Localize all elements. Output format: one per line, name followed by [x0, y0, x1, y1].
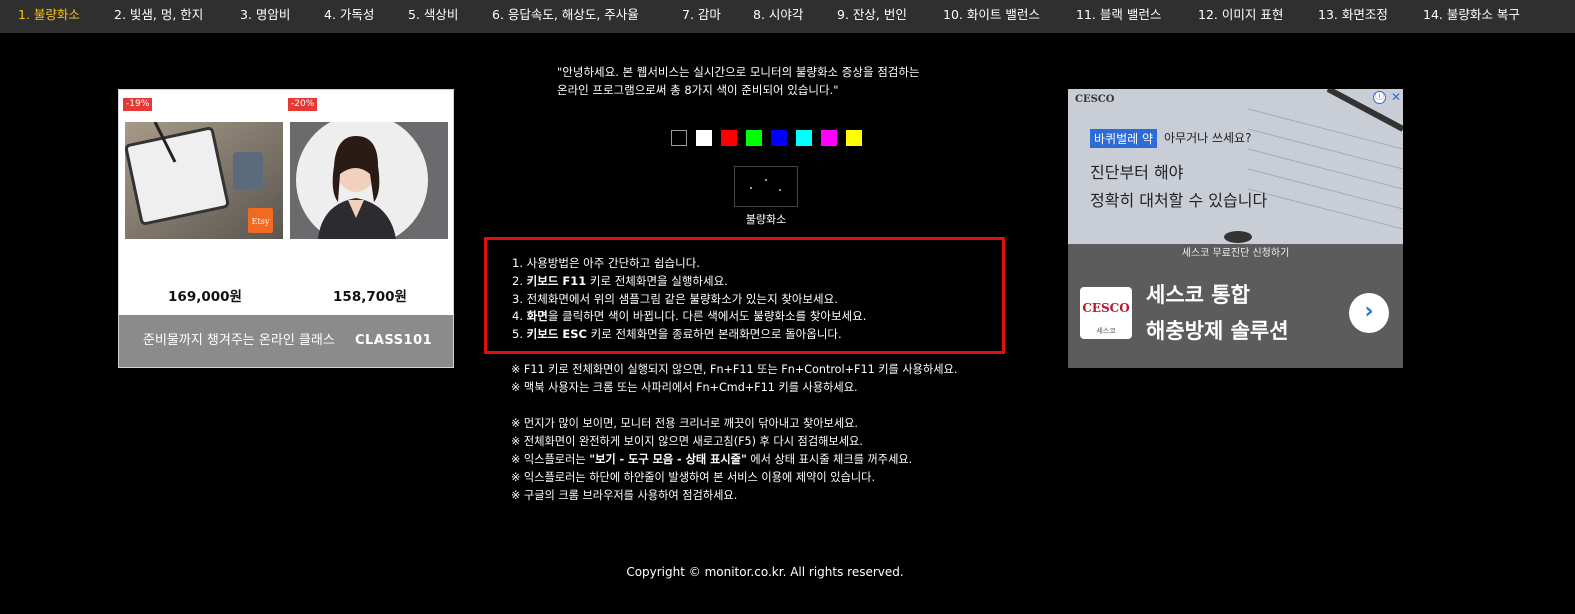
- instruction-line: 5. 키보드 ESC 키로 전체화면을 종료하면 본래화면으로 돌아옵니다.: [512, 327, 842, 342]
- cesco-small-logo: CESCO: [1075, 94, 1115, 105]
- swatch-magenta[interactable]: [821, 130, 837, 146]
- nav-item-color-ratio[interactable]: 5. 색상비: [408, 0, 458, 33]
- ad-headline: 세스코 통합: [1146, 283, 1250, 307]
- nav-item-screen-adjust[interactable]: 13. 화면조정: [1318, 0, 1388, 33]
- pixel-dot: [750, 187, 752, 189]
- intro-line: "안녕하세요. 본 웹서비스는 실시간으로 모니터의 불량화소 증상을 점검하는: [557, 65, 920, 79]
- nav-item-viewing-angle[interactable]: 8. 시야각: [753, 0, 803, 33]
- instruction-line: 1. 사용방법은 아주 간단하고 쉽습니다.: [512, 256, 700, 270]
- swatch-black[interactable]: [671, 130, 687, 146]
- instruction-line: 3. 전체화면에서 위의 샘플그림 같은 불량화소가 있는지 찾아보세요.: [512, 291, 838, 306]
- note-line: ※ 익스플로러는 하단에 하얀줄이 발생하여 본 서비스 이용에 제약이 있습니…: [511, 471, 876, 484]
- swatch-blue[interactable]: [771, 130, 787, 146]
- ad-line: 정확히 대처할 수 있습니다: [1090, 191, 1268, 210]
- product-price: 158,700원: [333, 289, 407, 305]
- ad-product-card[interactable]: -20% 158,700원: [285, 95, 448, 315]
- nav-item-burn-in[interactable]: 9. 잔상, 번인: [837, 0, 907, 33]
- discount-badge: -19%: [123, 98, 153, 111]
- note-line: ※ 전체화면이 완전하게 보이지 않으면 새로고침(F5) 후 다시 점검해보세…: [511, 435, 863, 448]
- ad-photo: CESCO ⓘ ✕ 바퀴벌레 약 아무거나 쓰세요? 진단부터 해야 정확히 대…: [1068, 89, 1403, 244]
- ad-line: 진단부터 해야: [1090, 163, 1184, 182]
- ad-banner[interactable]: 준비물까지 챙겨주는 온라인 클래스 CLASS101: [119, 315, 453, 367]
- ad-left[interactable]: Etsy -19% 169,000원 -20% 158,700원 준비물까지 챙…: [118, 89, 454, 368]
- info-icon[interactable]: ⓘ: [1373, 91, 1386, 104]
- ad-banner-text: 준비물까지 챙겨주는 온라인 클래스: [143, 333, 335, 348]
- ad-subtitle: 세스코 무료진단 신청하기: [1181, 248, 1290, 259]
- intro-line: 온라인 프로그램으로써 총 8가지 색이 준비되어 있습니다.": [557, 83, 839, 97]
- pixel-dot: [765, 179, 767, 181]
- ad-product-card[interactable]: Etsy -19% 169,000원: [120, 95, 283, 315]
- nav-item-gamma[interactable]: 7. 감마: [682, 0, 721, 33]
- ad-question: 아무거나 쓰세요?: [1164, 131, 1252, 145]
- swatch-red[interactable]: [721, 130, 737, 146]
- note-line: ※ 맥북 사용자는 크롬 또는 사파리에서 Fn+Cmd+F11 키를 사용하세…: [511, 381, 858, 394]
- note-line: ※ 먼지가 많이 보이면, 모니터 전용 크리너로 깨끗이 닦아내고 찾아보세요…: [511, 417, 858, 430]
- nav-item-light-bleed[interactable]: 2. 빛샘, 멍, 한지: [114, 0, 203, 33]
- nav-item-black-balance[interactable]: 11. 블랙 밸런스: [1076, 0, 1161, 33]
- pixel-dot: [779, 189, 781, 191]
- discount-badge: -20%: [288, 98, 318, 111]
- chevron-right-icon[interactable]: ›: [1349, 293, 1389, 333]
- ad-question-highlight: 바퀴벌레 약: [1090, 129, 1158, 148]
- tablet-image: Etsy: [124, 121, 283, 239]
- portrait-image: [290, 114, 448, 246]
- note-line: ※ 구글의 크롬 브라우저를 사용하여 점검하세요.: [511, 489, 738, 502]
- instructions-box: 1. 사용방법은 아주 간단하고 쉽습니다. 2. 키보드 F11 키로 전체화…: [484, 237, 1005, 354]
- nav-item-response-time[interactable]: 6. 응답속도, 해상도, 주사율: [492, 0, 639, 33]
- note-line: ※ 익스플로러는 "보기 - 도구 모음 - 상태 표시줄" 에서 상태 표시줄…: [511, 453, 913, 466]
- ad-banner-brand: CLASS101: [355, 333, 433, 348]
- nav-item-readability[interactable]: 4. 가독성: [324, 0, 374, 33]
- dead-pixel-sample[interactable]: [734, 166, 798, 207]
- notes: ※ F11 키로 전체화면이 실행되지 않으면, Fn+F11 또는 Fn+Co…: [511, 361, 957, 505]
- dead-pixel-label: 불량화소: [745, 213, 787, 226]
- copyright: Copyright © monitor.co.kr. All rights re…: [626, 565, 904, 579]
- nav-item-pixel-recovery[interactable]: 14. 불량화소 복구: [1423, 0, 1520, 33]
- nav-item-dead-pixel[interactable]: 1. 불량화소: [18, 0, 80, 33]
- ad-headline: 해충방제 솔루션: [1146, 319, 1289, 343]
- swatch-green[interactable]: [746, 130, 762, 146]
- ad-right[interactable]: CESCO ⓘ ✕ 바퀴벌레 약 아무거나 쓰세요? 진단부터 해야 정확히 대…: [1068, 89, 1403, 368]
- product-price: 169,000원: [168, 289, 242, 305]
- cesco-logo: CESCO 세스코: [1080, 287, 1132, 339]
- instruction-line: 2. 키보드 F11 키로 전체화면을 실행하세요.: [512, 273, 728, 288]
- close-icon[interactable]: ✕: [1391, 90, 1401, 104]
- intro-text: "안녕하세요. 본 웹서비스는 실시간으로 모니터의 불량화소 증상을 점검하는…: [557, 63, 920, 99]
- svg-text:Etsy: Etsy: [252, 217, 270, 226]
- swatch-cyan[interactable]: [796, 130, 812, 146]
- swatch-yellow[interactable]: [846, 130, 862, 146]
- top-nav: 1. 불량화소 2. 빛샘, 멍, 한지 3. 명암비 4. 가독성 5. 색상…: [0, 0, 1575, 33]
- instruction-line: 4. 화면을 클릭하면 색이 바뀝니다. 다른 색에서도 불량화소를 찾아보세요…: [512, 309, 867, 324]
- nav-item-white-balance[interactable]: 10. 화이트 밸런스: [943, 0, 1040, 33]
- nav-item-contrast[interactable]: 3. 명암비: [240, 0, 290, 33]
- nav-item-image-expression[interactable]: 12. 이미지 표현: [1198, 0, 1283, 33]
- note-line: ※ F11 키로 전체화면이 실행되지 않으면, Fn+F11 또는 Fn+Co…: [511, 363, 958, 376]
- swatch-white[interactable]: [696, 130, 712, 146]
